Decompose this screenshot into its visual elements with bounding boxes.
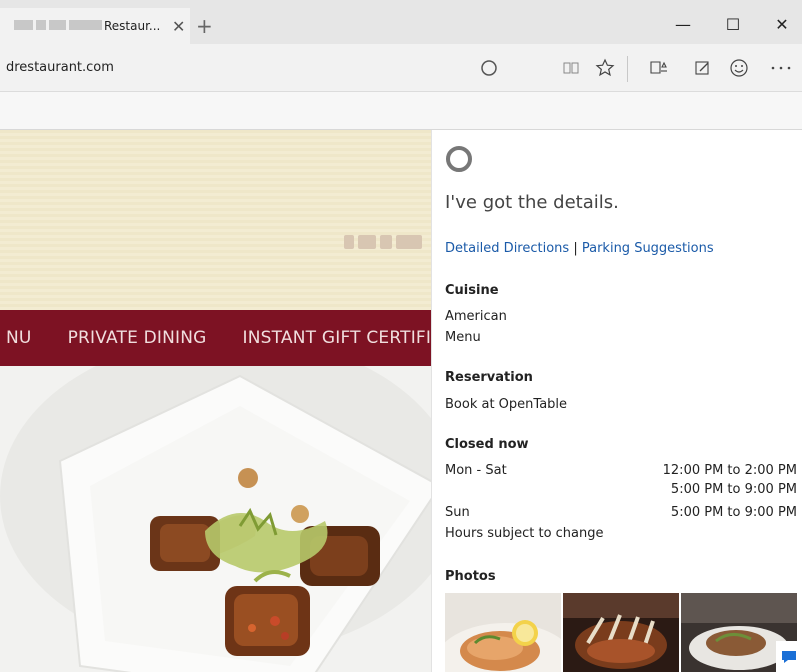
detailed-directions-link[interactable]: Detailed Directions (445, 241, 569, 256)
chat-bubble-icon (782, 650, 796, 663)
photos-title: Photos (445, 569, 496, 584)
feedback-smiley-icon[interactable] (726, 56, 752, 80)
hours-time: 5:00 PM to 9:00 PM (670, 505, 797, 520)
hours-row-sun: Sun 5:00 PM to 9:00 PM (445, 505, 797, 523)
photo-thumbnail[interactable] (563, 593, 679, 672)
nav-item-private-dining[interactable]: PRIVATE DINING (68, 328, 207, 348)
more-icon[interactable] (768, 56, 794, 80)
hours-day: Mon - Sat (445, 463, 507, 478)
favorite-star-icon[interactable] (592, 56, 618, 80)
new-tab-button[interactable]: + (196, 14, 213, 38)
nav-item-menu[interactable]: NU (6, 328, 32, 348)
cortana-icon[interactable] (476, 56, 502, 80)
hours-day: Sun (445, 505, 470, 520)
directions-links: Detailed Directions | Parking Suggestion… (445, 241, 714, 256)
cuisine-value: American (445, 309, 507, 324)
hub-icon[interactable] (646, 56, 672, 80)
web-note-icon[interactable] (690, 56, 716, 80)
maximize-icon: ☐ (725, 14, 741, 34)
toolbar-separator (627, 56, 628, 82)
cortana-icon (446, 146, 472, 172)
browser-window: Restaur... ✕ + — ☐ ✕ drestaurant.com NU … (0, 0, 802, 672)
hours-status: Closed now (445, 437, 529, 452)
favorites-bar (0, 92, 802, 130)
opentable-link[interactable]: Book at OpenTable (445, 397, 567, 412)
close-icon: ✕ (775, 14, 789, 34)
address-bar: drestaurant.com (0, 44, 802, 92)
photo-strip (445, 593, 797, 672)
url-field[interactable]: drestaurant.com (6, 60, 114, 75)
blurred-tab-favicon (14, 20, 102, 32)
cortana-panel: I've got the details. Detailed Direction… (431, 130, 802, 672)
feedback-button[interactable] (776, 641, 802, 672)
photo-thumbnail[interactable] (445, 593, 561, 672)
menu-link[interactable]: Menu (445, 330, 481, 345)
tab-title: Restaur... (104, 19, 160, 33)
link-separator: | (573, 241, 578, 256)
reservation-title: Reservation (445, 370, 533, 385)
cortana-heading: I've got the details. (445, 192, 619, 213)
site-navigation: NU PRIVATE DINING INSTANT GIFT CERTIFICA… (0, 310, 431, 366)
webpage-content: NU PRIVATE DINING INSTANT GIFT CERTIFICA… (0, 130, 431, 672)
header-background (0, 130, 431, 310)
close-window-button[interactable]: ✕ (762, 6, 802, 42)
reading-view-icon[interactable] (558, 56, 584, 80)
nav-item-gift-certificates[interactable]: INSTANT GIFT CERTIFICAT (243, 328, 431, 348)
hours-time: 5:00 PM to 9:00 PM (670, 482, 797, 497)
hours-time: 12:00 PM to 2:00 PM (662, 463, 797, 478)
browser-tab[interactable]: Restaur... ✕ (0, 8, 190, 44)
parking-suggestions-link[interactable]: Parking Suggestions (582, 241, 714, 256)
hero-food-photo (0, 366, 431, 672)
blurred-restaurant-logo (344, 235, 428, 255)
tab-bar: Restaur... ✕ + — ☐ ✕ (0, 0, 802, 44)
tab-close-icon[interactable]: ✕ (172, 17, 185, 36)
minimize-button[interactable]: — (663, 6, 703, 42)
maximize-button[interactable]: ☐ (713, 6, 753, 42)
minimize-icon: — (675, 14, 691, 34)
hours-row-mon-sat: Mon - Sat 12:00 PM to 2:00 PM 5:00 PM to… (445, 463, 797, 499)
cuisine-title: Cuisine (445, 283, 499, 298)
hours-note: Hours subject to change (445, 526, 604, 541)
